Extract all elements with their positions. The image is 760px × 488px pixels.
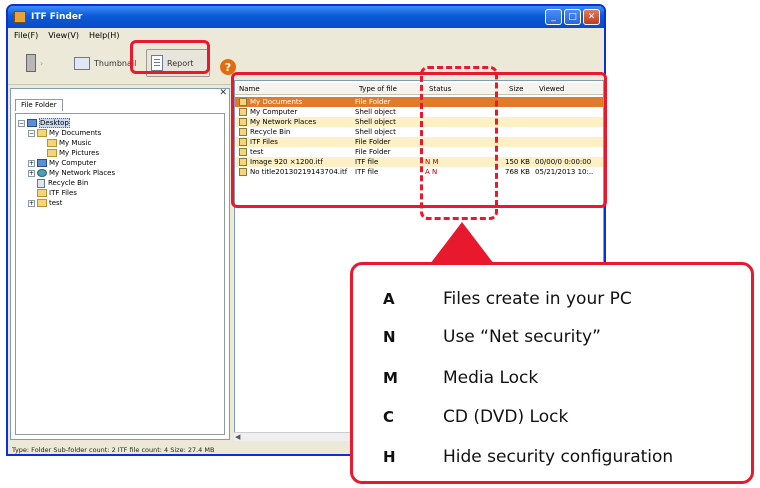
legend-desc: Hide security configuration bbox=[443, 447, 674, 467]
close-button[interactable]: ✕ bbox=[583, 9, 600, 25]
title-bar[interactable]: ITF Finder _ □ ✕ bbox=[8, 6, 604, 28]
status-bar: Type: Folder Sub-folder count: 2 ITF fil… bbox=[8, 444, 368, 454]
tree-item-label: My Computer bbox=[49, 159, 97, 167]
tree-item[interactable]: My Pictures bbox=[16, 148, 224, 158]
menu-help[interactable]: Help(H) bbox=[89, 31, 120, 40]
folder-icon bbox=[37, 199, 47, 207]
status-legend: A Files create in your PC N Use “Net sec… bbox=[350, 262, 754, 484]
tree-item-label: test bbox=[49, 199, 63, 207]
menu-view[interactable]: View(V) bbox=[48, 31, 79, 40]
menu-bar: File(F) View(V) Help(H) bbox=[8, 28, 604, 42]
folder-icon bbox=[37, 189, 47, 197]
expand-icon[interactable]: + bbox=[28, 159, 35, 167]
legend-code: H bbox=[383, 448, 396, 466]
tree-item[interactable]: − Desktop bbox=[16, 118, 224, 128]
legend-code: A bbox=[383, 290, 395, 308]
folder-icon bbox=[47, 139, 57, 147]
tree-item[interactable]: + My Computer bbox=[16, 158, 224, 168]
callout-arrow bbox=[430, 222, 494, 264]
folder-tree: − Desktop − My Documents My Music My Pictures… bbox=[15, 113, 225, 435]
tree-item-label: My Documents bbox=[49, 129, 102, 137]
tree-item[interactable]: ITF Files bbox=[16, 188, 224, 198]
minimize-button[interactable]: _ bbox=[545, 9, 562, 25]
legend-code: C bbox=[383, 408, 395, 426]
tab-file-folder[interactable]: File Folder bbox=[15, 99, 63, 111]
legend-code: M bbox=[383, 369, 398, 387]
tree-item-label: My Music bbox=[59, 139, 92, 147]
utility-icon bbox=[26, 54, 36, 72]
legend-row: M Media Lock bbox=[383, 366, 538, 390]
file-list-highlight-frame bbox=[231, 72, 607, 208]
recycle-bin-icon bbox=[37, 178, 45, 188]
menu-file[interactable]: File(F) bbox=[14, 31, 38, 40]
expand-icon[interactable]: + bbox=[28, 169, 35, 177]
computer-icon bbox=[37, 159, 47, 167]
legend-desc: CD (DVD) Lock bbox=[443, 407, 569, 427]
expand-icon[interactable]: + bbox=[28, 199, 35, 207]
legend-code: N bbox=[383, 328, 396, 346]
horizontal-scrollbar[interactable]: ◀ bbox=[234, 432, 364, 441]
legend-row: H Hide security configuration bbox=[383, 445, 673, 469]
app-icon bbox=[14, 11, 26, 23]
tree-item[interactable]: My Music bbox=[16, 138, 224, 148]
legend-row: A Files create in your PC bbox=[383, 287, 632, 311]
tree-item[interactable]: Recycle Bin bbox=[16, 178, 224, 188]
window-controls: _ □ ✕ bbox=[545, 9, 600, 25]
pane-close-icon[interactable]: ✕ bbox=[219, 88, 227, 98]
report-highlight-frame bbox=[130, 40, 210, 74]
tree-item-label: My Network Places bbox=[49, 169, 116, 177]
desktop-icon bbox=[27, 119, 37, 127]
tree-item-label: My Pictures bbox=[59, 149, 100, 157]
status-column-dashed-frame bbox=[420, 66, 498, 220]
folder-icon bbox=[47, 149, 57, 157]
collapse-icon[interactable]: − bbox=[18, 119, 25, 127]
tree-item[interactable]: − My Documents bbox=[16, 128, 224, 138]
folder-icon bbox=[37, 129, 47, 137]
tree-item-label: Recycle Bin bbox=[48, 179, 89, 187]
tree-item[interactable]: + test bbox=[16, 198, 224, 208]
utility-button[interactable]: › bbox=[22, 49, 47, 77]
tree-item-label: Desktop bbox=[39, 118, 70, 128]
legend-desc: Media Lock bbox=[443, 368, 539, 388]
collapse-icon[interactable]: − bbox=[28, 129, 35, 137]
window-title: ITF Finder bbox=[31, 12, 83, 22]
legend-row: C CD (DVD) Lock bbox=[383, 405, 568, 429]
tree-item-label: ITF Files bbox=[49, 189, 77, 197]
scroll-left-icon[interactable]: ◀ bbox=[235, 433, 240, 441]
maximize-button[interactable]: □ bbox=[564, 9, 581, 25]
folder-pane: ✕ File Folder − Desktop − My Documents My Mu… bbox=[10, 88, 230, 440]
legend-row: N Use “Net security” bbox=[383, 325, 601, 349]
legend-desc: Use “Net security” bbox=[443, 327, 601, 347]
network-icon bbox=[37, 169, 47, 177]
tree-item[interactable]: + My Network Places bbox=[16, 168, 224, 178]
legend-desc: Files create in your PC bbox=[443, 289, 632, 309]
thumbnail-icon bbox=[74, 56, 90, 70]
